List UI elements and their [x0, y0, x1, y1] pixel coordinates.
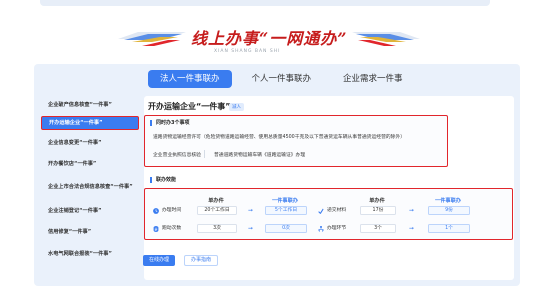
tab-legal-person[interactable]: 法人一件事联办 — [148, 70, 232, 88]
concurrent-items-box — [144, 115, 448, 167]
service-guide-button[interactable]: 办事指南 — [184, 255, 219, 266]
sidebar-item-info-change[interactable]: 企业信息变更“一件事” — [41, 133, 139, 154]
top-strip — [0, 0, 554, 8]
tab-bar: 法人一件事联办 个人一件事联办 企业需求一件事 — [148, 70, 415, 88]
banner-title: 线上办事“一网通办” — [191, 29, 348, 48]
arrow-right-icon: ➞ — [409, 207, 415, 214]
steps-joint-value: 1个 — [428, 224, 470, 233]
banner-subtitle: XIAN SHANG BAN SHI — [214, 49, 281, 54]
clock-icon — [153, 208, 159, 214]
left-joint-header: 一件事联办 — [272, 198, 298, 204]
time-label: 办理时间 — [162, 208, 182, 213]
steps-single-value: 3个 — [360, 224, 396, 233]
visits-single-value: 3次 — [197, 224, 237, 233]
arrow-right-icon: ➞ — [409, 225, 415, 232]
transport-cert-item: 普通道路货物运输车辆《道路运输证》办理 — [214, 153, 306, 158]
sidebar-item-listing-compliance[interactable]: 企业上市合法合规信息核查“一件事” — [41, 174, 139, 200]
materials-joint-value: 9份 — [428, 206, 470, 215]
right-joint-header: 一件事联办 — [435, 198, 461, 204]
right-single-header: 单办件 — [369, 198, 385, 204]
check-icon — [318, 208, 324, 214]
page-title: 开办运输企业“一件事” — [148, 102, 231, 111]
banner: 线上办事“一网通办” XIAN SHANG BAN SHI — [0, 18, 554, 56]
materials-single-value: 17份 — [360, 206, 396, 215]
tab-enterprise-demand[interactable]: 企业需求一件事 — [331, 70, 415, 88]
right-ribbon-decoration — [352, 32, 420, 46]
sidebar-item-credit-repair[interactable]: 信用修复“一件事” — [41, 222, 139, 243]
sidebar-item-deregistration[interactable]: 企业注销登记“一件事” — [41, 200, 139, 222]
sidebar-item-transport-company[interactable]: 开办运输企业“一件事” — [41, 116, 139, 130]
permit-item: 道路货物运输经营许可（危险货物道路运输经营、使用总质量4500千克及以下普通货运… — [153, 135, 406, 140]
sidebar-item-restaurant[interactable]: 开办餐饮店“一件事” — [41, 154, 139, 174]
section-efficiency-heading: 联办效能 — [150, 177, 176, 183]
sidebar-item-bankruptcy-check[interactable]: 企业破产信息核查“一件事” — [41, 96, 139, 115]
time-single-value: 20个工作日 — [197, 206, 237, 215]
apply-online-button[interactable]: 在线办理 — [143, 255, 176, 266]
visits-label: 跑动次数 — [162, 226, 182, 231]
arrow-right-icon: ➞ — [248, 225, 254, 232]
section-concurrent-heading: 同时办3个事项 — [150, 120, 189, 126]
license-check-item: 企业营业执照信息核验 — [153, 153, 201, 158]
sidebar: 企业破产信息核查“一件事” 开办运输企业“一件事” 企业信息变更“一件事” 开办… — [41, 96, 139, 265]
reduce-tag: 减人 — [229, 103, 244, 111]
sidebar-item-utility-install[interactable]: 水电气网联合报装“一件事” — [41, 243, 139, 265]
materials-label: 递交材料 — [327, 208, 347, 213]
time-joint-value: 5个工作日 — [265, 206, 307, 215]
document-icon — [153, 226, 159, 232]
tab-individual[interactable]: 个人一件事联办 — [240, 70, 324, 88]
top-strip-bar — [40, 0, 490, 6]
item-divider — [204, 150, 205, 158]
steps-label: 办理环节 — [327, 226, 347, 231]
left-single-header: 单办件 — [208, 198, 224, 204]
arrow-right-icon: ➞ — [248, 207, 254, 214]
visits-joint-value: 0次 — [265, 224, 307, 233]
flow-icon — [318, 226, 324, 232]
left-ribbon-decoration — [118, 32, 186, 46]
